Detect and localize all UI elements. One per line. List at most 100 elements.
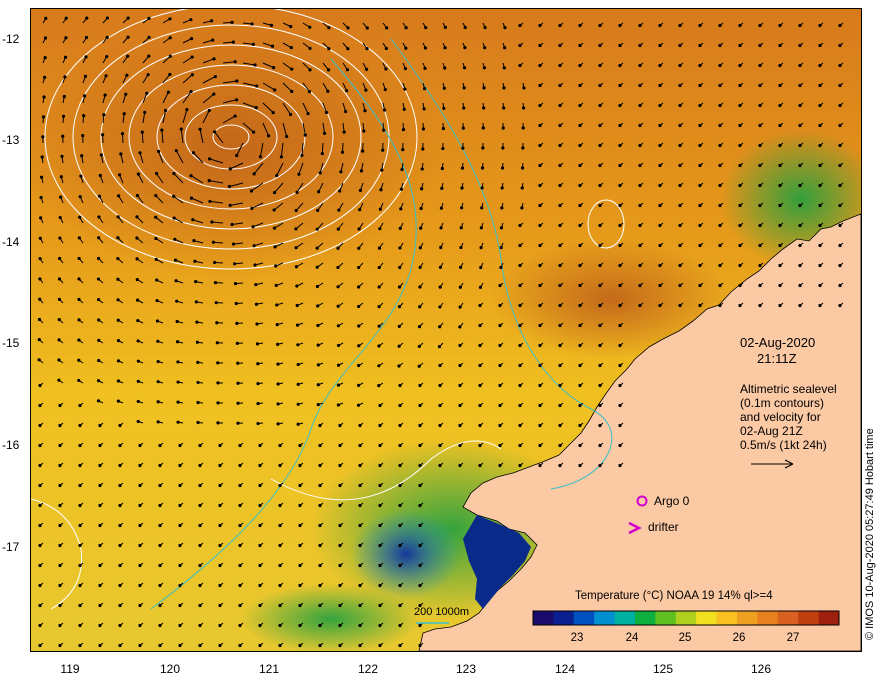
velocity-vector-head <box>443 46 447 50</box>
velocity-vector-head <box>82 114 86 118</box>
velocity-vector-head <box>558 23 562 28</box>
velocity-vector-head <box>501 126 505 130</box>
velocity-vector-head <box>118 623 122 628</box>
velocity-vector-head <box>398 583 402 588</box>
velocity-vector-head <box>198 443 202 448</box>
velocity-vector-head <box>118 563 122 568</box>
velocity-vector-head <box>558 63 562 68</box>
velocity-vector-head <box>738 163 742 168</box>
velocity-vector-head <box>249 189 254 193</box>
velocity-vector-head <box>294 246 298 250</box>
lon-tick-label: 122 <box>357 662 379 676</box>
velocity-vector-head <box>278 603 282 608</box>
velocity-vector-head <box>43 75 47 79</box>
velocity-vector-head <box>213 130 217 134</box>
velocity-vector-head <box>479 226 483 230</box>
colorbar-segment <box>798 611 820 625</box>
velocity-vector-head <box>358 188 363 192</box>
velocity-vector-head <box>59 195 63 199</box>
velocity-vector-head <box>521 126 525 130</box>
velocity-vector-head <box>258 503 262 508</box>
velocity-vector-head <box>422 87 427 91</box>
velocity-vector-head <box>618 223 622 228</box>
velocity-vector-head <box>216 401 220 405</box>
velocity-vector-head <box>758 63 762 68</box>
velocity-vector-head <box>58 423 62 428</box>
velocity-vector-head <box>418 305 422 309</box>
velocity-vector-head <box>598 363 602 368</box>
velocity-vector-head <box>176 400 180 404</box>
velocity-vector-head <box>298 503 302 508</box>
velocity-vector-head <box>443 25 447 30</box>
lon-tick-label: 125 <box>652 662 674 676</box>
velocity-vector-head <box>296 422 300 426</box>
velocity-vector-head <box>578 403 582 408</box>
velocity-vector-head <box>57 338 61 342</box>
velocity-vector-head <box>215 341 219 345</box>
velocity-vector-head <box>459 265 463 269</box>
velocity-vector-head <box>538 83 542 88</box>
velocity-vector-head <box>238 483 242 488</box>
velocity-vector-head <box>459 226 463 230</box>
velocity-vector-head <box>278 503 282 508</box>
velocity-vector-head <box>198 643 202 648</box>
velocity-vector-head <box>175 299 179 303</box>
velocity-vector-head <box>403 67 408 71</box>
velocity-vector-head <box>81 133 85 138</box>
velocity-vector-head <box>398 643 402 648</box>
velocity-vector-head <box>618 83 622 88</box>
velocity-vector-head <box>718 83 722 88</box>
velocity-vector-head <box>401 147 405 152</box>
velocity-vector-head <box>78 623 82 628</box>
velocity-vector-head <box>502 86 506 90</box>
velocity-vector-head <box>83 74 88 78</box>
velocity-vector-head <box>558 383 562 388</box>
velocity-vector-head <box>218 543 222 548</box>
velocity-vector-head <box>698 283 702 288</box>
velocity-vector-head <box>518 403 522 408</box>
velocity-vector-head <box>798 143 802 148</box>
velocity-vector-head <box>255 342 260 346</box>
velocity-vector-head <box>480 166 485 170</box>
velocity-vector-head <box>397 324 401 328</box>
lat-tick-label: -12 <box>2 32 20 46</box>
velocity-vector-head <box>135 298 140 302</box>
colorbar-segment <box>757 611 779 625</box>
velocity-vector-head <box>207 179 211 183</box>
velocity-vector-head <box>276 342 280 346</box>
lat-tick-label: -17 <box>2 540 20 554</box>
colorbar-tick-label: 24 <box>625 632 639 644</box>
velocity-vector-head <box>357 324 361 328</box>
velocity-vector-head <box>41 115 46 119</box>
velocity-vector-head <box>658 103 662 108</box>
velocity-vector-head <box>158 603 162 608</box>
velocity-vector-head <box>398 246 402 250</box>
velocity-vector-head <box>83 94 87 98</box>
velocity-vector-head <box>136 172 140 176</box>
velocity-vector-head <box>618 443 622 448</box>
velocity-vector-head <box>251 42 255 46</box>
velocity-vector-head <box>234 301 238 306</box>
velocity-vector-head <box>358 563 362 568</box>
velocity-vector-head <box>618 143 622 148</box>
velocity-vector-head <box>105 35 109 39</box>
velocity-vector-head <box>538 323 542 328</box>
velocity-vector-head <box>818 163 822 168</box>
velocity-vector-head <box>176 380 180 384</box>
velocity-vector-head <box>798 203 802 208</box>
velocity-vector-head <box>698 263 702 268</box>
velocity-vector-head <box>235 98 239 102</box>
velocity-vector-head <box>198 583 202 588</box>
velocity-vector-head <box>336 265 340 270</box>
velocity-vector-head <box>558 263 562 268</box>
velocity-vector-head <box>198 563 202 568</box>
velocity-vector-head <box>318 643 322 648</box>
velocity-vector-head <box>63 55 68 59</box>
velocity-vector-head <box>359 169 364 173</box>
velocity-vector-head <box>398 423 402 428</box>
velocity-vector-head <box>378 563 382 568</box>
velocity-vector-head <box>316 304 320 308</box>
velocity-vector-head <box>558 103 562 108</box>
velocity-vector-head <box>298 643 302 648</box>
velocity-vector-head <box>218 483 222 488</box>
